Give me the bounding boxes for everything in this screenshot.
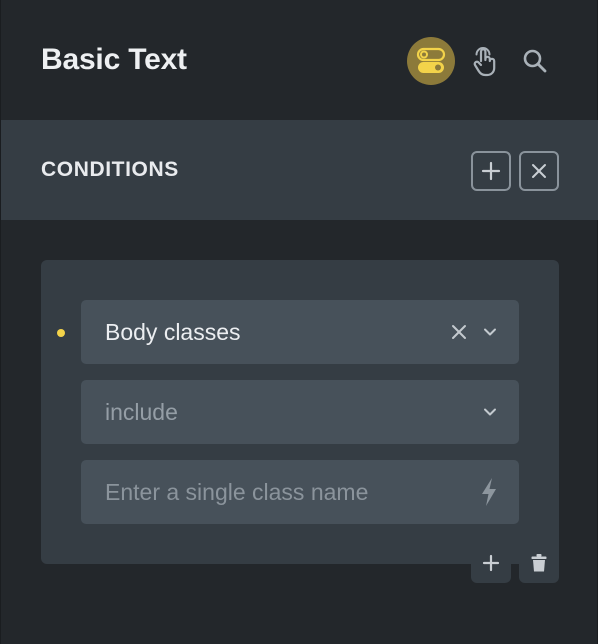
condition-value-placeholder: Enter a single class name xyxy=(105,479,369,505)
condition-compare-select[interactable]: include xyxy=(81,380,519,444)
add-icon xyxy=(481,161,501,181)
condition-indicator xyxy=(57,329,65,337)
conditions-section-header: CONDITIONS xyxy=(1,120,598,220)
condition-key-value: Body classes xyxy=(105,319,241,345)
trash-icon xyxy=(531,554,547,572)
toggle-icon[interactable] xyxy=(407,37,455,85)
panel-header: Basic Text xyxy=(1,0,598,120)
condition-key-select[interactable]: Body classes xyxy=(81,300,519,364)
add-icon xyxy=(482,554,500,572)
condition-compare-value: include xyxy=(105,399,178,425)
add-condition-button[interactable] xyxy=(471,151,511,191)
search-icon[interactable] xyxy=(511,37,559,85)
conditions-title: CONDITIONS xyxy=(41,158,179,181)
delete-condition-button[interactable] xyxy=(519,543,559,583)
hand-pointer-icon[interactable] xyxy=(459,37,507,85)
clear-conditions-button[interactable] xyxy=(519,151,559,191)
panel-title: Basic Text xyxy=(41,43,187,76)
add-or-condition-button[interactable] xyxy=(471,543,511,583)
condition-value-input[interactable]: Enter a single class name xyxy=(81,460,519,524)
close-icon xyxy=(532,164,546,178)
chevron-down-icon[interactable] xyxy=(481,403,499,421)
panel: Basic Text CONDITIONS Body classes inclu… xyxy=(0,0,598,644)
chevron-down-icon[interactable] xyxy=(481,323,499,341)
dynamic-data-icon[interactable] xyxy=(477,476,501,508)
clear-icon[interactable] xyxy=(449,322,469,342)
